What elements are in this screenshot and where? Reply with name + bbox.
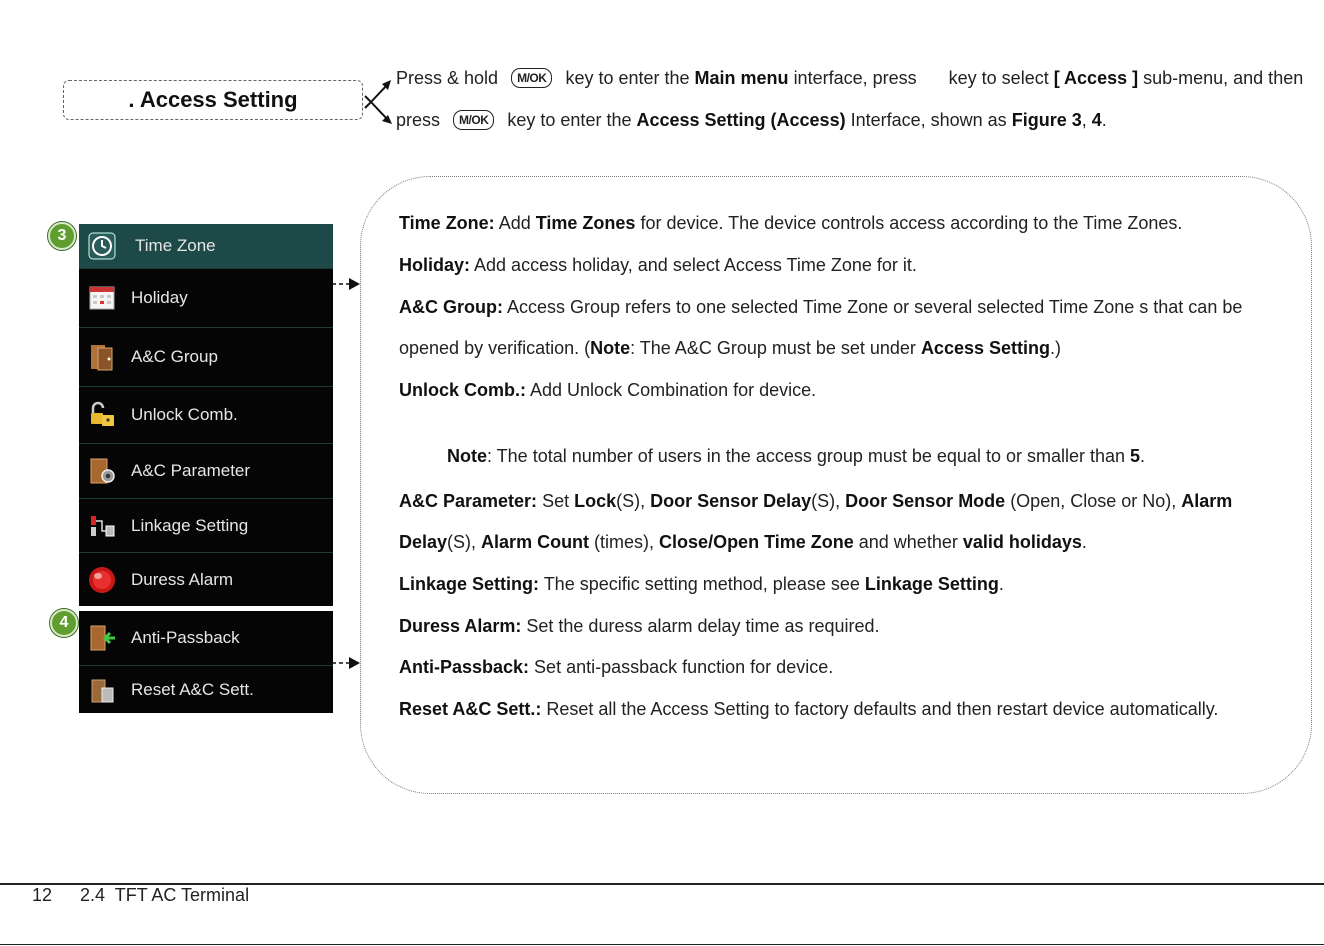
menu-item-linkage-setting[interactable]: Linkage Setting	[79, 499, 333, 553]
page-number: 12	[32, 885, 53, 905]
mok-key-icon: M/OK	[511, 68, 553, 88]
access-menu-figure-4: Anti-Passback Reset A&C Sett.	[79, 611, 333, 713]
figure-4-badge: 4	[50, 609, 78, 637]
reset-icon	[87, 675, 117, 705]
menu-item-duress-alarm[interactable]: Duress Alarm	[79, 553, 333, 606]
desc-time-zone: Time Zone: Add Time Zones for device. Th…	[399, 213, 1183, 233]
desc-ac-group-cont: opened by verification. (Note: The A&C G…	[399, 338, 1061, 358]
door-group-icon	[87, 342, 117, 372]
menu-label: A&C Group	[131, 347, 218, 366]
menu-item-holiday[interactable]: Holiday	[79, 269, 333, 328]
alarm-icon	[87, 565, 117, 595]
menu-label: Linkage Setting	[131, 515, 249, 535]
desc-ac-parameter-cont: Delay(S), Alarm Count (times), Close/Ope…	[399, 532, 1087, 552]
anti-passback-icon	[87, 623, 117, 653]
menu-item-ac-parameter[interactable]: A&C Parameter	[79, 444, 333, 499]
menu-label: Reset A&C Sett.	[131, 679, 254, 699]
menu-label: Duress Alarm	[131, 569, 234, 589]
desc-ac-parameter: A&C Parameter: Set Lock(S), Door Sensor …	[399, 491, 1233, 511]
desc-ac-group: A&C Group: Access Group refers to one se…	[399, 297, 1243, 317]
menu-label: Time Zone	[135, 236, 216, 255]
access-menu-figure-3: Time Zone Holiday A&C Group Unlock Comb.…	[79, 224, 333, 606]
menu-item-ac-group[interactable]: A&C Group	[79, 328, 333, 387]
clock-icon	[87, 231, 117, 261]
figure-3-arrow	[332, 278, 360, 290]
section-heading-box: . Access Setting	[63, 80, 363, 120]
linkage-icon	[87, 511, 117, 541]
desc-duress-alarm: Duress Alarm: Set the duress alarm delay…	[399, 616, 880, 636]
menu-item-unlock-comb[interactable]: Unlock Comb.	[79, 387, 333, 444]
instruction-line-1: Press & hold M/OK key to enter the Main …	[396, 68, 1304, 88]
section-heading: . Access Setting	[128, 87, 298, 112]
menu-item-anti-passback[interactable]: Anti-Passback	[79, 611, 333, 666]
figure-3-badge: 3	[48, 222, 76, 250]
mok-key-icon: M/OK	[453, 110, 495, 130]
door-gear-icon	[87, 456, 117, 486]
menu-item-time-zone[interactable]: Time Zone	[79, 224, 333, 269]
instruction-line-2: press M/OK key to enter the Access Setti…	[396, 110, 1107, 130]
desc-anti-passback: Anti-Passback: Set anti-passback functio…	[399, 657, 834, 677]
calendar-icon	[87, 283, 117, 313]
desc-linkage-setting: Linkage Setting: The specific setting me…	[399, 574, 1004, 594]
desc-unlock-comb: Unlock Comb.: Add Unlock Combination for…	[399, 380, 817, 400]
menu-label: Unlock Comb.	[131, 405, 238, 424]
figure-4-arrow	[332, 657, 360, 669]
footer-section: 2.4 TFT AC Terminal	[80, 885, 250, 905]
unlock-icon	[87, 400, 117, 430]
desc-reset: Reset A&C Sett.: Reset all the Access Se…	[399, 699, 1219, 719]
connector-arrows	[364, 80, 392, 124]
footer-bottom-rule	[0, 944, 1324, 945]
desc-note: Note: The total number of users in the a…	[447, 446, 1146, 466]
menu-label: A&C Parameter	[131, 461, 251, 480]
menu-item-reset-ac-sett[interactable]: Reset A&C Sett.	[79, 666, 333, 713]
menu-label: Holiday	[131, 288, 188, 307]
menu-label: Anti-Passback	[131, 628, 240, 647]
desc-holiday: Holiday: Add access holiday, and select …	[399, 255, 917, 275]
